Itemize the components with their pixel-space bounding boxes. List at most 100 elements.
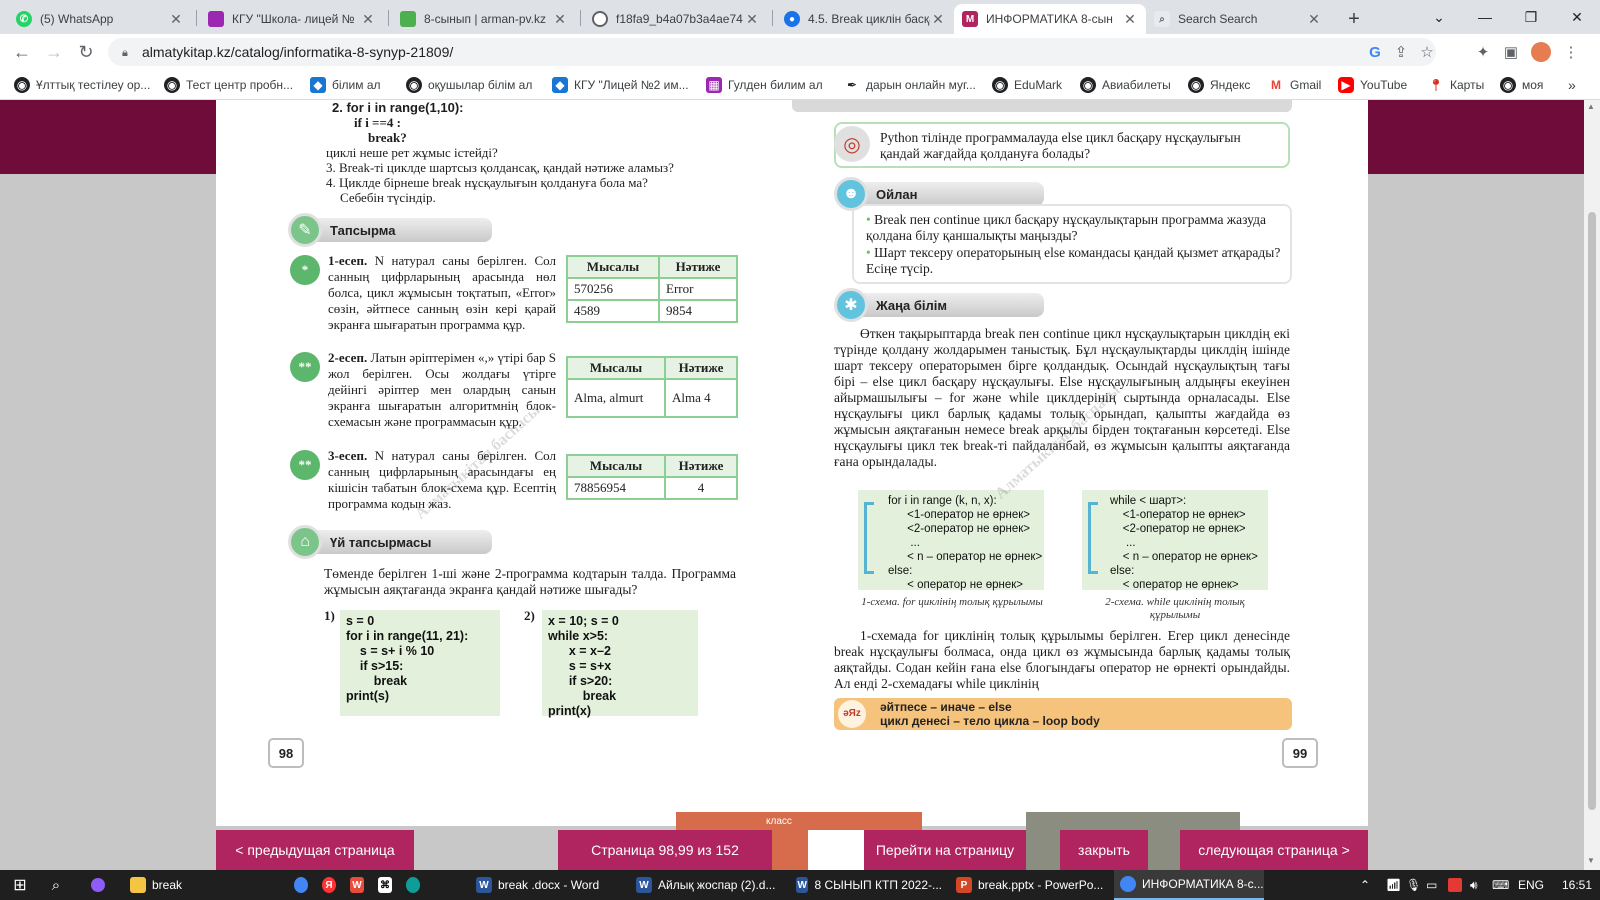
prev-page-button[interactable]: < предыдущая страница [216, 830, 414, 870]
clock[interactable]: 16:51 [1562, 870, 1592, 900]
taskbar-window-active[interactable]: ИНФОРМАТИКА 8-с... [1114, 870, 1264, 900]
bookmark[interactable]: ◆ білим ал [310, 76, 381, 94]
google-icon[interactable]: G [1364, 40, 1386, 64]
back-button[interactable]: ← [10, 40, 34, 64]
scroll-down-icon[interactable]: ▼ [1587, 856, 1595, 865]
browser-tab[interactable]: 8-сынып | arman-pv.kz ✕ [392, 4, 576, 34]
mic-icon[interactable]: 🎙︎ [1406, 870, 1421, 900]
bookmark-label: КГУ "Лицей №2 им... [574, 78, 689, 92]
minimize-button[interactable]: — [1462, 0, 1508, 34]
scroll-up-icon[interactable]: ▲ [1587, 102, 1595, 111]
close-icon[interactable]: ✕ [360, 11, 376, 28]
left-page: 2. for i in range(1,10): if i ==4 : brea… [216, 100, 792, 826]
tab-title: ИНФОРМАТИКА 8-сын [986, 12, 1113, 26]
network-icon[interactable]: 📶︎ [1386, 870, 1401, 900]
star-icon[interactable]: ☆ [1416, 40, 1438, 64]
close-icon: ✕ [1571, 8, 1583, 25]
taskbar-window[interactable]: Pbreak.pptx - PowerPo... [956, 870, 1106, 900]
battery-icon[interactable]: ▭ [1426, 870, 1437, 900]
avatar[interactable] [1530, 40, 1552, 64]
bookmark[interactable]: ◉ оқушылар білім ал [406, 76, 532, 94]
address-bar[interactable]: 🔒︎ almatykitap.kz/catalog/informatika-8-… [108, 38, 1436, 66]
taskbar-window[interactable]: break [130, 870, 290, 900]
more-bookmarks-button[interactable]: » [1568, 76, 1576, 94]
example-table: Мысалы Нәтиже 78856954 4 [566, 454, 738, 500]
search-button[interactable]: ⌕ [44, 870, 68, 900]
bookmark[interactable]: ◆ КГУ "Лицей №2 им... [552, 76, 689, 94]
start-button[interactable]: ⊞ [8, 870, 32, 900]
office-pinned[interactable]: W [350, 870, 370, 900]
browser-tab-active[interactable]: M ИНФОРМАТИКА 8-сын ✕ [954, 4, 1146, 34]
close-icon[interactable]: ✕ [930, 11, 946, 28]
search-icon: ⌕ [51, 876, 61, 894]
browser-tab[interactable]: КГУ "Школа- лицей № ✕ [200, 4, 384, 34]
restore-button[interactable]: ❐ [1508, 0, 1554, 34]
windows-taskbar: ⊞ ⌕ break Я W ⌘ Wbreak .docx - Word W Айл… [0, 870, 1600, 900]
bookmark[interactable]: ◉ Ұлттық тестілеу ор... [14, 76, 150, 94]
reload-button[interactable]: ↻ [74, 40, 98, 64]
taskbar-window[interactable]: W Айлық жоспар (2).d... [636, 870, 782, 900]
bookmark[interactable]: 📍︎ Карты [1428, 76, 1484, 94]
bookmark[interactable]: ◉ Авиабилеты [1080, 76, 1171, 94]
page-input[interactable] [808, 830, 864, 870]
tab-separator [580, 10, 581, 26]
bookmark[interactable]: ◉ Яндекс [1188, 76, 1250, 94]
antivirus-icon[interactable] [1448, 870, 1462, 900]
close-viewer-button[interactable]: закрыть [1060, 830, 1148, 870]
book-spread: 2. for i in range(1,10): if i ==4 : brea… [216, 100, 1368, 826]
difficulty-badge: ** [290, 352, 320, 382]
close-icon[interactable]: ✕ [744, 11, 760, 28]
close-icon[interactable]: ✕ [552, 11, 568, 28]
page-scrollbar[interactable]: ▲ ▼ [1584, 100, 1600, 870]
difficulty-badge: * [290, 255, 320, 285]
show-hidden-icons[interactable]: ⌃ [1360, 870, 1370, 900]
language-indicator[interactable]: ENG [1518, 870, 1544, 900]
forward-button[interactable]: → [42, 40, 66, 64]
right-page: ◎ Python тілінде программалауда else цик… [792, 100, 1368, 826]
browser-tab[interactable]: ✆ (5) WhatsApp ✕ [8, 4, 192, 34]
section-title: Тапсырма [312, 218, 492, 242]
extensions-icon[interactable]: ✦ [1472, 40, 1494, 64]
close-icon[interactable]: ✕ [168, 11, 184, 28]
bookmark[interactable]: ◉ моя [1500, 76, 1543, 94]
keyboard-icon[interactable]: ⌨ [1492, 870, 1509, 900]
app-button[interactable] [88, 870, 108, 900]
bookmark[interactable]: ✒ дарын онлайн муг... [844, 76, 976, 94]
close-icon[interactable]: ✕ [1122, 11, 1138, 28]
tab-title: f18fa9_b4a07b3a4ae74 [616, 12, 743, 26]
next-page-button[interactable]: следующая страница > [1180, 830, 1368, 870]
windows-icon: ⊞ [13, 877, 27, 894]
browser-tab[interactable]: f18fa9_b4a07b3a4ae74 ✕ [584, 4, 768, 34]
chrome-pinned[interactable] [294, 870, 314, 900]
pencil-icon: ✎ [288, 213, 322, 247]
side-panel-icon[interactable]: ▣ [1500, 40, 1522, 64]
page-viewport: 2. for i in range(1,10): if i ==4 : brea… [0, 100, 1600, 870]
menu-icon[interactable]: ⋮ [1560, 40, 1582, 64]
close-window-button[interactable]: ✕ [1554, 0, 1600, 34]
bullet-icon: • [866, 245, 875, 260]
edge-pinned[interactable] [406, 870, 426, 900]
scrollbar-thumb[interactable] [1588, 212, 1596, 810]
yandex-pinned[interactable]: Я [322, 870, 342, 900]
new-tab-button[interactable]: + [1340, 4, 1368, 34]
bookmark[interactable]: M Gmail [1268, 76, 1321, 94]
tab-search-button[interactable]: ⌄ [1416, 0, 1462, 34]
close-icon[interactable]: ✕ [1306, 11, 1322, 28]
section-title: Ойлан [858, 182, 1044, 206]
share-icon[interactable]: ⇪ [1390, 40, 1412, 64]
bookmark[interactable]: ◉ EduMark [992, 76, 1062, 94]
bookmark[interactable]: ▦ Гулден билим ал [706, 76, 823, 94]
bookmark-label: моя [1522, 78, 1544, 92]
taskbar-window[interactable]: W 8 СЫНЫП КТП 2022-... [796, 870, 942, 900]
taskbar-window[interactable]: Wbreak .docx - Word [476, 870, 626, 900]
office-icon: W [350, 877, 364, 893]
homework-section-header: ⌂ Үй тапсырмасы [288, 525, 492, 559]
volume-icon[interactable]: 🔊︎ [1470, 870, 1478, 900]
browser-tab[interactable]: ● 4.5. Break циклін басқа ✕ [776, 4, 954, 34]
bookmark[interactable]: ▶ YouTube [1338, 76, 1407, 94]
bookmark[interactable]: ◉ Тест центр пробн... [164, 76, 293, 94]
goto-page-button[interactable]: Перейти на страницу [864, 830, 1026, 870]
app-pinned[interactable]: ⌘ [378, 870, 398, 900]
browser-tab[interactable]: ⌕ Search Search ✕ [1146, 4, 1330, 34]
tab-title: 4.5. Break циклін басқа [808, 12, 930, 26]
